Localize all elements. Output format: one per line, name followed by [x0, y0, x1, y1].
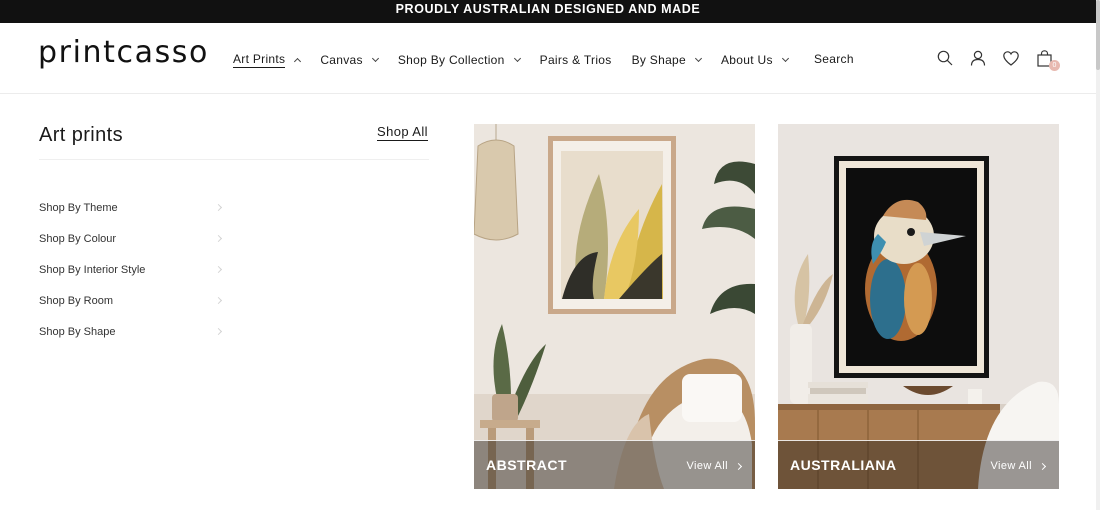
nav-label: Art Prints [233, 52, 286, 68]
shop-all-link[interactable]: Shop All [377, 124, 428, 141]
nav-item-art-prints[interactable]: Art Prints [233, 52, 302, 68]
chevron-right-icon [1038, 462, 1047, 470]
nav-item-about-us[interactable]: About Us [721, 53, 789, 67]
announcement-text: PROUDLY AUSTRALIAN DESIGNED AND MADE [395, 2, 701, 16]
view-all-label: View All [990, 460, 1032, 472]
cart-bag-icon[interactable]: 0 [1034, 47, 1060, 71]
view-all-link[interactable]: View All [686, 460, 743, 472]
nav-item-canvas[interactable]: Canvas [320, 53, 379, 67]
chevron-right-icon [734, 462, 743, 470]
card-overlay: ABSTRACT View All [474, 440, 755, 489]
menu-item-shop-by-shape[interactable]: Shop By Shape [39, 316, 224, 347]
chevron-down-icon [694, 54, 703, 63]
nav-label: Pairs & Trios [539, 53, 612, 67]
announcement-bar: PROUDLY AUSTRALIAN DESIGNED AND MADE [0, 0, 1096, 23]
australiana-room-image [778, 124, 1059, 489]
menu-item-label: Shop By Colour [39, 232, 117, 245]
nav-item-by-shape[interactable]: By Shape [631, 53, 703, 67]
view-all-label: View All [686, 460, 728, 472]
search-link[interactable]: Search [814, 52, 854, 66]
account-icon[interactable] [968, 47, 988, 69]
chevron-right-icon [214, 203, 223, 212]
menu-item-label: Shop By Room [39, 294, 113, 307]
mega-menu-title: Art prints [39, 124, 124, 146]
brand-logo[interactable]: printcasso [38, 35, 209, 70]
abstract-room-image [474, 124, 755, 489]
main-nav: Art Prints Canvas Shop By Collection Pai… [233, 52, 808, 68]
chevron-up-icon [294, 57, 302, 66]
header-icons: 0 [935, 47, 1067, 71]
nav-label: About Us [721, 53, 773, 67]
card-title: ABSTRACT [486, 457, 567, 473]
nav-label: Shop By Collection [397, 53, 505, 67]
menu-item-label: Shop By Interior Style [39, 263, 146, 276]
nav-item-shop-by-collection[interactable]: Shop By Collection [397, 53, 521, 67]
nav-label: By Shape [631, 53, 686, 67]
menu-item-label: Shop By Shape [39, 325, 116, 338]
chevron-down-icon [513, 54, 521, 63]
page-scrollbar[interactable] [1096, 0, 1100, 510]
menu-item-shop-by-theme[interactable]: Shop By Theme [39, 192, 224, 223]
chevron-right-icon [214, 234, 223, 243]
category-card-australiana[interactable]: AUSTRALIANA View All [778, 124, 1059, 489]
chevron-right-icon [214, 265, 223, 274]
nav-item-pairs-trios[interactable]: Pairs & Trios [540, 53, 612, 67]
menu-item-label: Shop By Theme [39, 201, 118, 214]
nav-label: Canvas [320, 53, 363, 67]
cart-count-badge: 0 [1049, 60, 1060, 71]
view-all-link[interactable]: View All [990, 460, 1047, 472]
scrollbar-thumb[interactable] [1096, 0, 1100, 70]
wishlist-heart-icon[interactable] [1001, 47, 1021, 69]
menu-item-shop-by-room[interactable]: Shop By Room [39, 285, 224, 316]
search-icon[interactable] [935, 47, 955, 69]
menu-item-shop-by-interior-style[interactable]: Shop By Interior Style [39, 254, 224, 285]
mega-menu-list: Shop By Theme Shop By Colour Shop By Int… [39, 192, 224, 347]
divider [39, 159, 429, 160]
chevron-down-icon [371, 54, 379, 63]
chevron-down-icon [781, 54, 789, 63]
category-card-abstract[interactable]: ABSTRACT View All [474, 124, 755, 489]
site-header: printcasso Art Prints Canvas Shop By Col… [0, 23, 1096, 94]
chevron-right-icon [214, 327, 223, 336]
chevron-right-icon [214, 296, 223, 305]
card-title: AUSTRALIANA [790, 457, 897, 473]
card-overlay: AUSTRALIANA View All [778, 440, 1059, 489]
menu-item-shop-by-colour[interactable]: Shop By Colour [39, 223, 224, 254]
